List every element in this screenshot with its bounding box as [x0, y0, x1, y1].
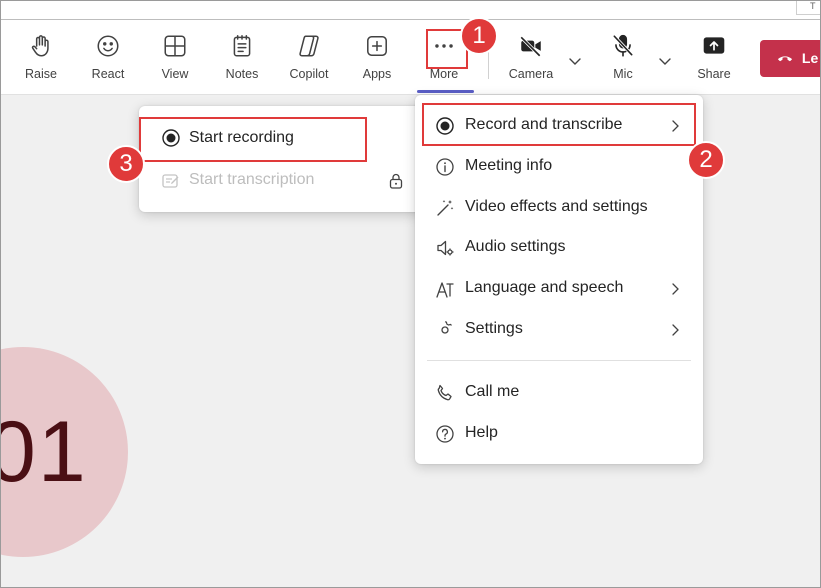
more-label: More — [429, 67, 459, 81]
share-icon — [684, 33, 744, 63]
view-button[interactable]: View — [145, 33, 205, 91]
copilot-label: Copilot — [289, 67, 329, 81]
chevron-right-icon — [672, 283, 679, 295]
video-effects-icon — [437, 200, 454, 216]
start-recording-item[interactable]: Start recording — [139, 118, 427, 158]
callout-badge-2: 2 — [687, 141, 725, 179]
help-icon — [436, 425, 454, 443]
help-item[interactable]: Help — [415, 413, 703, 453]
mic-button[interactable]: Mic — [593, 33, 653, 91]
audio-settings-label: Audio settings — [465, 238, 566, 255]
call-me-label: Call me — [465, 383, 520, 400]
camera-label: Camera — [508, 67, 554, 81]
more-active-indicator — [417, 90, 474, 93]
gear-icon — [441, 321, 452, 334]
start-transcription-item: Start transcription — [139, 160, 427, 200]
camera-off-icon — [501, 33, 561, 63]
mic-options-chevron-icon[interactable] — [657, 53, 673, 69]
camera-button[interactable]: Camera — [501, 33, 561, 91]
view-icon — [145, 33, 205, 63]
notes-label: Notes — [225, 67, 259, 81]
help-label: Help — [465, 424, 498, 441]
share-button[interactable]: Share — [684, 33, 744, 91]
audio-settings-item[interactable]: Audio settings — [415, 227, 703, 267]
settings-label: Settings — [465, 320, 523, 337]
share-label: Share — [697, 67, 731, 81]
callout-badge-3: 3 — [107, 145, 145, 183]
transcription-icon — [162, 174, 179, 188]
language-and-speech-item[interactable]: Language and speech — [415, 268, 703, 308]
apps-button[interactable]: Apps — [347, 33, 407, 91]
notes-icon — [212, 33, 272, 63]
react-button[interactable]: React — [78, 33, 138, 91]
avatar-initials: 01 — [1, 404, 88, 500]
leave-label: Le — [801, 50, 819, 67]
raise-label: Raise — [25, 67, 57, 81]
notes-button[interactable]: Notes — [212, 33, 272, 91]
chevron-right-icon — [672, 120, 679, 132]
title-bar-divider — [1, 19, 820, 20]
apps-icon — [347, 33, 407, 63]
record-icon — [436, 117, 454, 135]
audio-settings-icon — [437, 240, 454, 256]
lock-icon — [389, 173, 403, 189]
callout-badge-1: 1 — [460, 17, 498, 55]
call-me-item[interactable]: Call me — [415, 372, 703, 412]
more-options-menu: Record and transcribe Meeting info Video… — [415, 95, 703, 464]
view-label: View — [161, 67, 189, 81]
hang-up-icon — [777, 56, 793, 62]
participant-avatar: 01 — [1, 347, 128, 557]
chevron-right-icon — [672, 324, 679, 336]
apps-label: Apps — [362, 67, 392, 81]
camera-options-chevron-icon[interactable] — [567, 53, 583, 69]
phone-icon — [437, 384, 452, 401]
meeting-window: T Raise React View Notes Copilot Apps Mo… — [0, 0, 821, 588]
meeting-toolbar: T Raise React View Notes Copilot Apps Mo… — [1, 1, 820, 95]
record-submenu: Start recording Start transcription — [139, 106, 427, 212]
menu-divider — [427, 360, 691, 361]
top-right-chip[interactable]: T — [796, 1, 820, 15]
start-transcription-label: Start transcription — [189, 171, 315, 188]
language-and-speech-label: Language and speech — [465, 279, 624, 296]
start-recording-label: Start recording — [189, 129, 294, 146]
raise-hand-icon — [11, 33, 71, 63]
meeting-info-item[interactable]: Meeting info — [415, 146, 703, 186]
leave-button[interactable]: Le — [760, 40, 820, 77]
video-effects-item[interactable]: Video effects and settings — [415, 187, 703, 227]
copilot-button[interactable]: Copilot — [279, 33, 339, 91]
react-icon — [78, 33, 138, 63]
record-and-transcribe-label: Record and transcribe — [465, 116, 623, 133]
record-icon — [162, 129, 180, 147]
info-icon — [436, 158, 454, 176]
raise-hand-button[interactable]: Raise — [11, 33, 71, 91]
mic-label: Mic — [613, 67, 633, 81]
meeting-info-label: Meeting info — [465, 157, 553, 174]
react-label: React — [91, 67, 125, 81]
mic-off-icon — [593, 33, 653, 63]
record-and-transcribe-item[interactable]: Record and transcribe — [415, 105, 703, 145]
copilot-icon — [279, 33, 339, 63]
settings-item[interactable]: Settings — [415, 309, 703, 349]
language-icon — [436, 282, 454, 298]
video-effects-label: Video effects and settings — [465, 198, 648, 215]
